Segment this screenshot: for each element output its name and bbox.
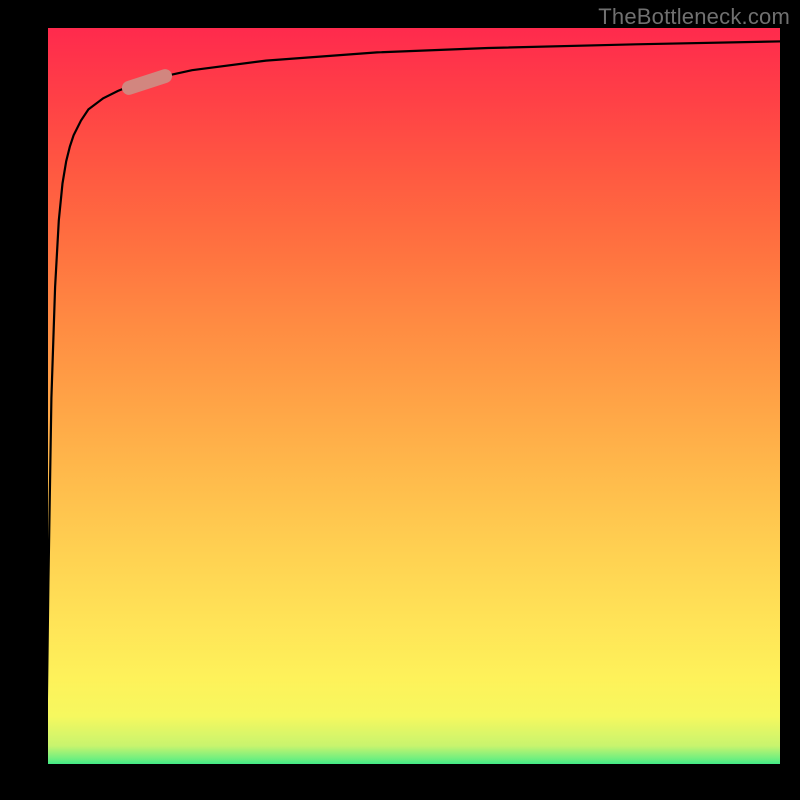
bottleneck-curve [46,41,784,753]
axis-bottom [44,764,784,768]
highlight-marker [120,67,174,96]
axis-left [44,28,48,768]
plot-area [44,28,784,768]
curve-layer [44,28,784,768]
watermark-text: TheBottleneck.com [598,4,790,30]
figure-root: TheBottleneck.com [0,0,800,800]
axis-right [780,28,784,768]
